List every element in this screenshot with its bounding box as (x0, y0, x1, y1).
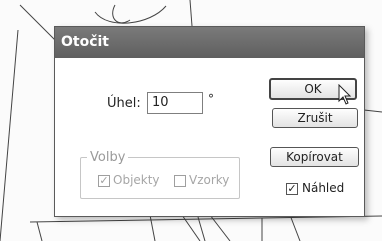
cancel-button[interactable]: Zrušit (272, 108, 358, 128)
preview-checkbox[interactable]: ✓ (286, 183, 298, 195)
dialog-body: Úhel: 10 ° Volby ✓ Objekty Vzorky OK Zru… (55, 58, 364, 216)
degree-unit: ° (208, 92, 214, 106)
rotate-dialog: Otočit Úhel: 10 ° Volby ✓ Objekty Vzorky… (54, 26, 365, 217)
objects-checkbox[interactable]: ✓ (98, 175, 110, 187)
preview-label: Náhled (302, 181, 345, 195)
mouse-pointer-icon (338, 84, 352, 105)
options-legend: Volby (90, 150, 126, 165)
objects-label: Objekty (113, 173, 160, 187)
angle-input[interactable]: 10 (147, 92, 203, 114)
copy-button[interactable]: Kopírovat (270, 147, 359, 167)
patterns-checkbox[interactable] (174, 175, 186, 187)
dialog-title[interactable]: Otočit (55, 27, 364, 58)
ok-button-label: OK (304, 82, 322, 96)
cancel-button-label: Zrušit (297, 111, 333, 125)
preview-check-icon: ✓ (287, 182, 297, 195)
angle-label: Úhel: (107, 96, 141, 111)
copy-button-label: Kopírovat (286, 150, 343, 164)
patterns-label: Vzorky (189, 173, 230, 187)
objects-check-icon: ✓ (99, 174, 109, 187)
